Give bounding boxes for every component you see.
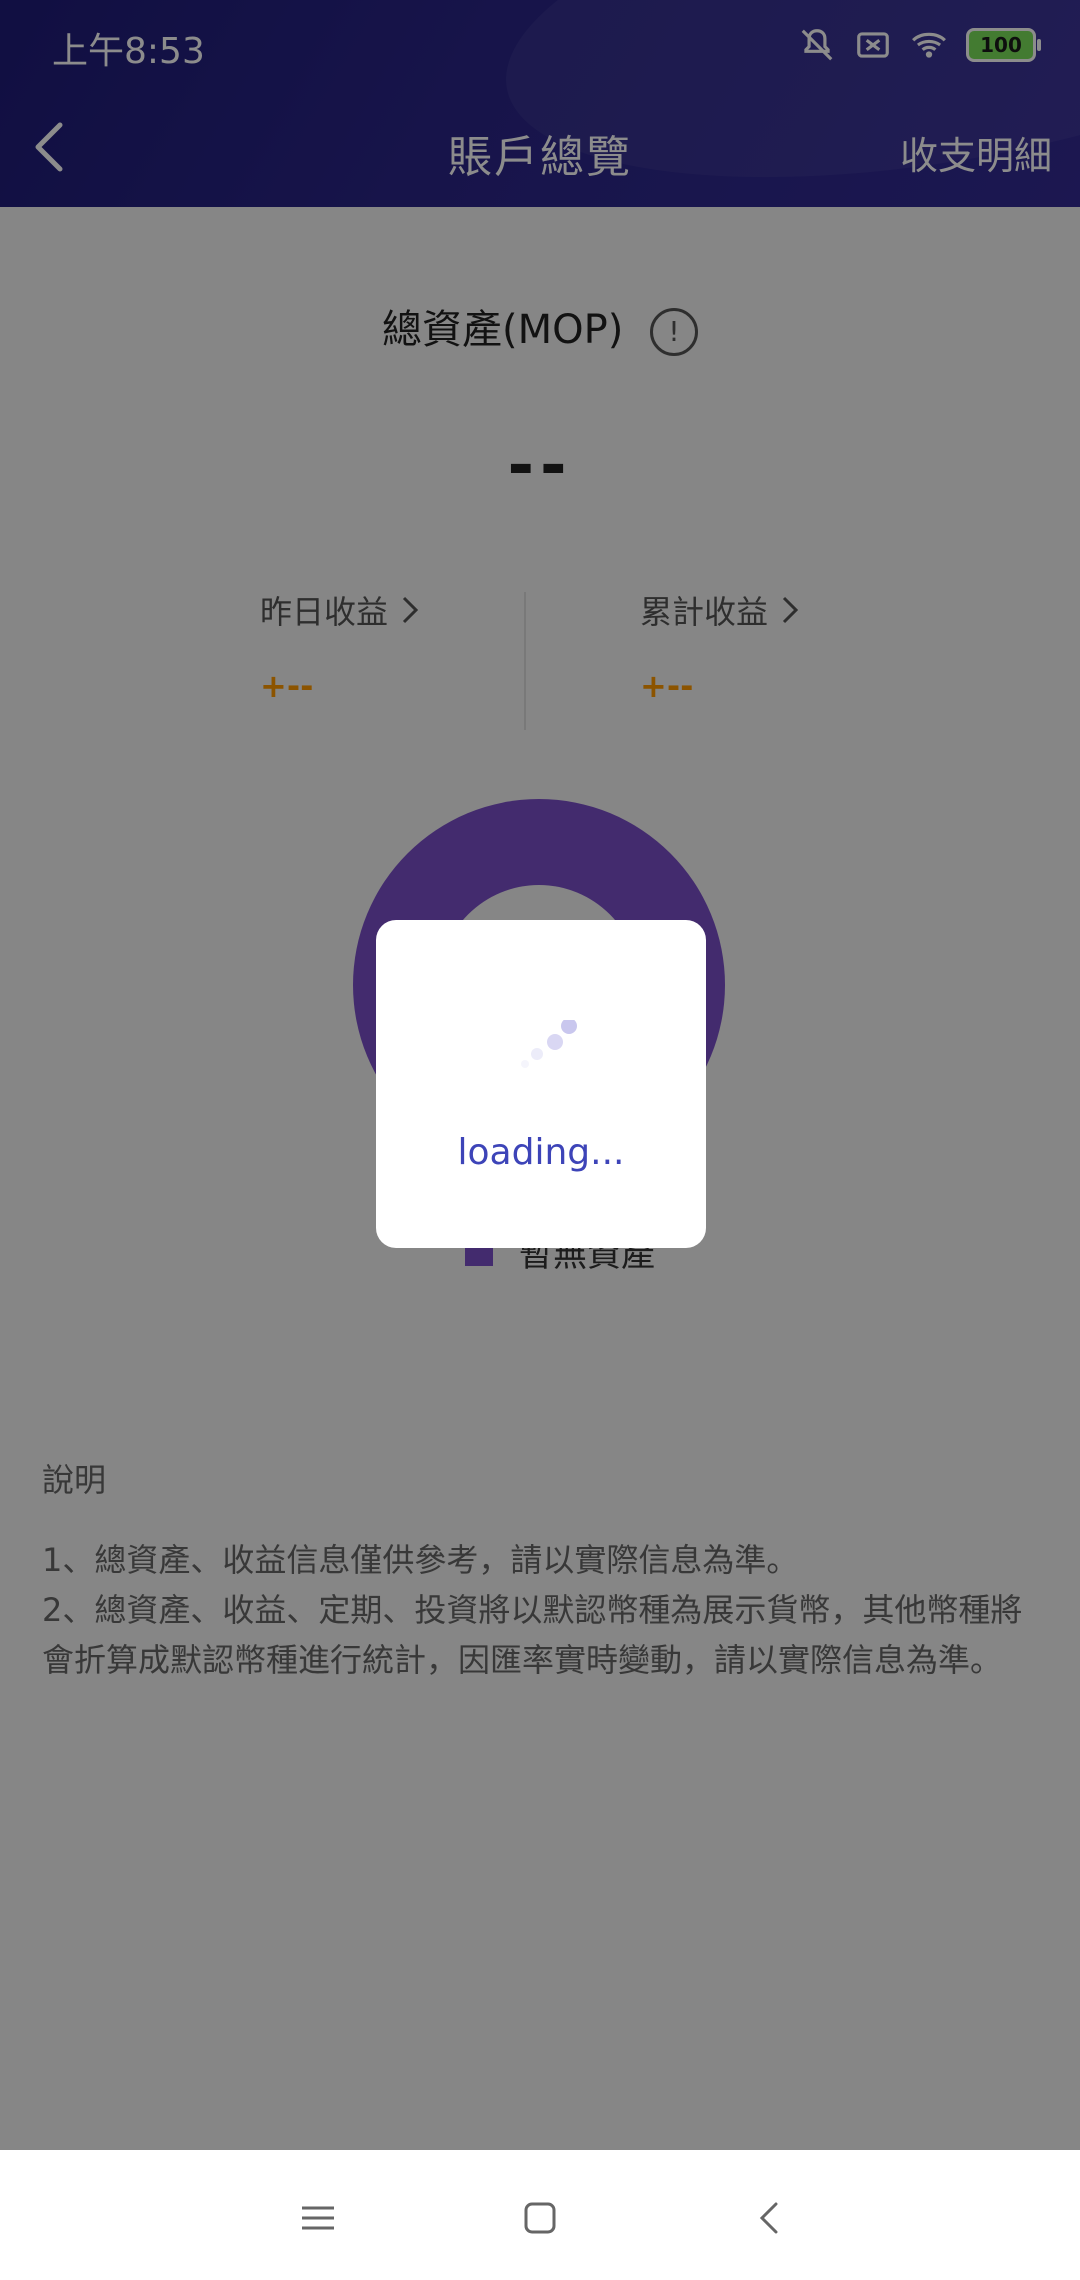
system-nav-bar [0,2150,1080,2280]
menu-icon[interactable] [288,2188,348,2248]
loading-spinner-icon [521,1020,577,1068]
home-icon[interactable] [510,2188,570,2248]
loading-text: loading... [457,1132,625,1173]
back-icon[interactable] [740,2188,800,2248]
loading-modal: loading... [376,920,706,1248]
